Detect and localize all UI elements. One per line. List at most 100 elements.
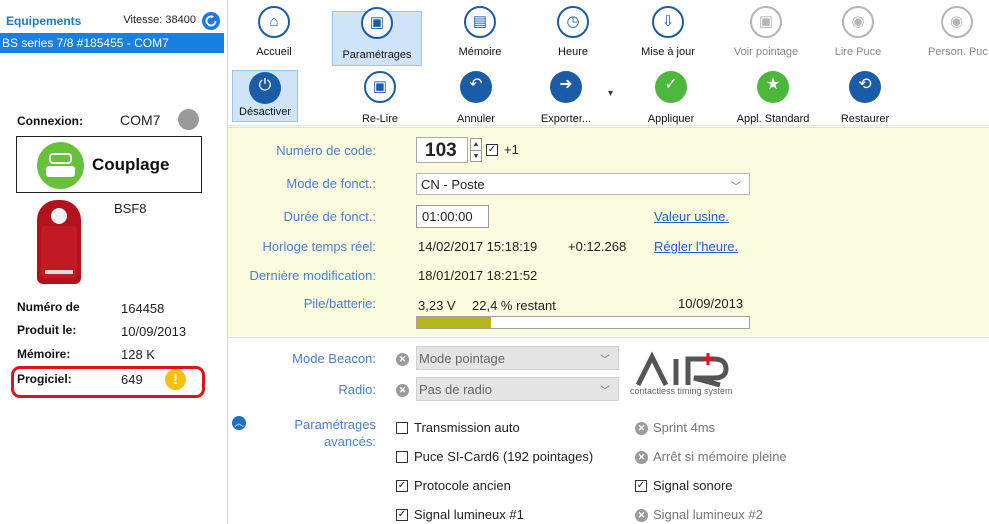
sprint-4ms-label: Sprint 4ms bbox=[653, 420, 716, 435]
info-value-produced: 10/09/2013 bbox=[121, 324, 187, 339]
undo-icon: ↶ bbox=[460, 71, 492, 103]
pile-voltage: 3,23 V bbox=[418, 298, 456, 313]
memory-icon: ▤ bbox=[464, 6, 496, 38]
equipment-title: Equipements bbox=[6, 14, 82, 28]
valeur-usine-link[interactable]: Valeur usine. bbox=[654, 209, 729, 224]
toolbar-annuler-button[interactable]: ↶ Annuler bbox=[446, 68, 506, 130]
derniere-modification-label: Dernière modification: bbox=[249, 268, 376, 283]
pile-date: 10/09/2013 bbox=[678, 296, 744, 311]
main-toolbar: ⌂ Accueil ▣ Paramétrages ▤ Mémoire ◷ Heu… bbox=[228, 0, 989, 68]
duree-input[interactable]: 01:00:00 bbox=[416, 205, 489, 228]
radio-label: Radio: bbox=[338, 382, 376, 397]
transmission-auto-label: Transmission auto bbox=[414, 420, 520, 435]
info-value-memory: 128 K bbox=[121, 347, 155, 362]
beacon-and-advanced-panel: Mode Beacon: ✕ Mode pointage ﹀ Radio: ✕ … bbox=[228, 337, 989, 524]
deactivate-icon: ⏻ bbox=[249, 72, 281, 104]
connection-status-icon bbox=[178, 109, 199, 130]
toolbar-accueil-button[interactable]: ⌂ Accueil bbox=[243, 0, 305, 62]
disabled-x-icon: ✕ bbox=[635, 451, 648, 464]
mode-label: Mode de fonct.: bbox=[286, 176, 376, 191]
toolbar-parametrages-button[interactable]: ▣ Paramétrages bbox=[332, 7, 422, 66]
disabled-x-icon: ✕ bbox=[396, 353, 409, 366]
derniere-modification-value: 18/01/2017 18:21:52 bbox=[418, 268, 538, 283]
plus-one-label: +1 bbox=[504, 142, 519, 157]
protocole-ancien-checkbox[interactable]: ✓ bbox=[396, 480, 408, 492]
signal-lumineux-1-label: Signal lumineux #1 bbox=[414, 507, 524, 522]
clock-icon: ◷ bbox=[557, 6, 589, 38]
horloge-offset: +0:12.268 bbox=[568, 239, 627, 254]
equipment-panel: Equipements Vitesse: 38400 BS series 7/8… bbox=[0, 0, 228, 524]
beacon-mode-label: Mode Beacon: bbox=[292, 351, 376, 366]
protocole-ancien-label: Protocole ancien bbox=[414, 478, 511, 493]
code-spinner[interactable]: ▲ ▼ bbox=[470, 138, 482, 162]
device-list-item[interactable]: BS series 7/8 #185455 - COM7 bbox=[0, 33, 224, 53]
plus-one-checkbox[interactable]: ✓ bbox=[486, 144, 498, 156]
toolbar-appl-standard-button[interactable]: ★ Appl. Standard bbox=[728, 68, 818, 130]
horloge-value: 14/02/2017 15:18:19 bbox=[418, 239, 538, 254]
advanced-label-line1: Paramétrages bbox=[294, 417, 376, 432]
air-plus-logo-subtitle: contactless timing system bbox=[630, 386, 733, 396]
transmission-auto-checkbox[interactable] bbox=[396, 422, 408, 434]
toolbar-lire-puce-button[interactable]: ◉ Lire Puce bbox=[818, 0, 898, 62]
settings-device-icon: ▣ bbox=[361, 7, 393, 39]
export-dropdown-icon[interactable]: ▾ bbox=[608, 88, 613, 99]
signal-sonore-checkbox[interactable]: ✓ bbox=[635, 480, 647, 492]
signal-lumineux-1-checkbox[interactable]: ✓ bbox=[396, 509, 408, 521]
toolbar-person-puce-button[interactable]: ◉ Person. Puc bbox=[916, 0, 989, 62]
apply-check-icon: ✓ bbox=[655, 71, 687, 103]
toolbar-relire-button[interactable]: ▣ Re-Lire bbox=[350, 68, 410, 130]
coupling-icon bbox=[37, 142, 84, 189]
toolbar-memoire-button[interactable]: ▤ Mémoire bbox=[441, 0, 519, 62]
info-label-produced: Produit le: bbox=[17, 323, 77, 337]
chevron-up-icon[interactable]: ︿ bbox=[232, 416, 246, 430]
signal-lumineux-2-label: Signal lumineux #2 bbox=[653, 507, 763, 522]
connexion-port: COM7 bbox=[120, 112, 161, 128]
info-value-serial: 164458 bbox=[121, 301, 165, 316]
device-model: BSF8 bbox=[114, 201, 147, 216]
battery-progress-fill bbox=[417, 317, 492, 328]
read-chip-icon: ◉ bbox=[842, 6, 874, 38]
advanced-label-line2: avancés: bbox=[323, 434, 376, 449]
info-label-serial: Numéro de bbox=[17, 300, 80, 314]
update-icon: ⇩ bbox=[652, 6, 684, 38]
regler-heure-link[interactable]: Régler l'heure. bbox=[654, 239, 738, 254]
info-label-memory: Mémoire: bbox=[17, 347, 71, 361]
connexion-label: Connexion: bbox=[17, 114, 83, 128]
disabled-x-icon: ✕ bbox=[396, 384, 409, 397]
si-card6-label: Puce SI-Card6 (192 pointages) bbox=[414, 449, 594, 464]
code-input[interactable]: 103 bbox=[416, 137, 468, 163]
toolbar-desactiver-button[interactable]: ⏻ Désactiver bbox=[232, 70, 298, 122]
toolbar-appliquer-button[interactable]: ✓ Appliquer bbox=[636, 68, 706, 130]
view-punch-icon: ▣ bbox=[750, 6, 782, 38]
toolbar-restaurer-button[interactable]: ⟲ Restaurer bbox=[830, 68, 900, 130]
toolbar-heure-button[interactable]: ◷ Heure bbox=[534, 0, 612, 62]
radio-select[interactable]: Pas de radio ﹀ bbox=[416, 377, 619, 401]
pile-label: Pile/batterie: bbox=[303, 296, 376, 311]
arret-memoire-pleine-label: Arrêt si mémoire pleine bbox=[653, 449, 787, 464]
signal-sonore-label: Signal sonore bbox=[653, 478, 733, 493]
toolbar-voir-pointage-button[interactable]: ▣ Voir pointage bbox=[721, 0, 811, 62]
parameters-panel: Numéro de code: 103 ▲ ▼ ✓ +1 Mode de fonc… bbox=[228, 127, 989, 336]
firmware-highlight-annotation bbox=[11, 366, 205, 398]
equipment-header: Equipements Vitesse: 38400 bbox=[6, 12, 224, 32]
beacon-mode-select[interactable]: Mode pointage ﹀ bbox=[416, 346, 619, 370]
battery-progress-bar bbox=[416, 316, 750, 329]
baud-speed: Vitesse: 38400 bbox=[123, 14, 196, 26]
pile-percent-text: 22,4 % restant bbox=[472, 298, 556, 313]
si-card6-checkbox[interactable] bbox=[396, 451, 408, 463]
apply-standard-icon: ★ bbox=[757, 71, 789, 103]
export-icon: ➜ bbox=[550, 71, 582, 103]
station-device-icon bbox=[37, 200, 81, 284]
refresh-icon[interactable] bbox=[202, 12, 220, 30]
disabled-x-icon: ✕ bbox=[635, 422, 648, 435]
chevron-down-icon: ﹀ bbox=[600, 355, 610, 366]
home-icon: ⌂ bbox=[258, 6, 290, 38]
toolbar-exporter-button[interactable]: ➜ Exporter... bbox=[531, 68, 601, 130]
disabled-x-icon: ✕ bbox=[635, 509, 648, 522]
app-window: Equipements Vitesse: 38400 BS series 7/8… bbox=[0, 0, 989, 524]
code-label: Numéro de code: bbox=[276, 143, 376, 158]
couplage-button[interactable]: Couplage bbox=[16, 136, 202, 193]
mode-select[interactable]: CN - Poste ﹀ bbox=[416, 173, 750, 195]
personalize-chip-icon: ◉ bbox=[940, 6, 973, 38]
toolbar-mise-a-jour-button[interactable]: ⇩ Mise à jour bbox=[628, 0, 708, 62]
